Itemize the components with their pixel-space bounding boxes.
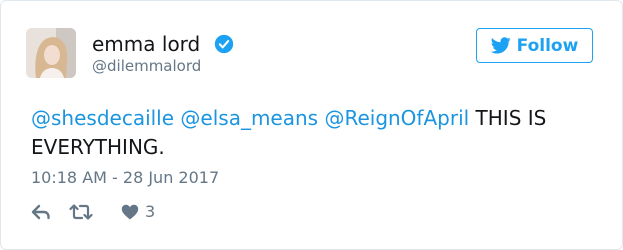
verified-badge-icon [214, 34, 234, 54]
heart-icon [121, 204, 139, 220]
follow-button[interactable]: Follow [476, 28, 593, 63]
retweet-button[interactable] [69, 201, 93, 223]
tweet-timestamp[interactable]: 10:18 AM - 28 Jun 2017 [31, 168, 219, 188]
reply-icon [31, 204, 50, 220]
avatar[interactable] [26, 28, 76, 78]
like-button[interactable]: 3 [121, 201, 155, 223]
user-handle[interactable]: @dilemmalord [92, 58, 201, 74]
reply-button[interactable] [31, 201, 51, 223]
follow-button-label: Follow [516, 35, 579, 56]
mention-link[interactable]: @elsa_means [180, 106, 318, 130]
avatar-image [26, 28, 76, 78]
like-count: 3 [145, 202, 156, 221]
mention-link[interactable]: @ReignOfApril [324, 106, 469, 130]
twitter-bird-icon [490, 37, 511, 54]
tweet-text: @shesdecaille @elsa_means @ReignOfApril … [31, 104, 601, 162]
tweet-card: emma lord @dilemmalord Follow @shesdecai… [0, 0, 623, 250]
mention-link[interactable]: @shesdecaille [31, 106, 174, 130]
display-name[interactable]: emma lord [92, 33, 200, 55]
retweet-icon [69, 204, 93, 220]
